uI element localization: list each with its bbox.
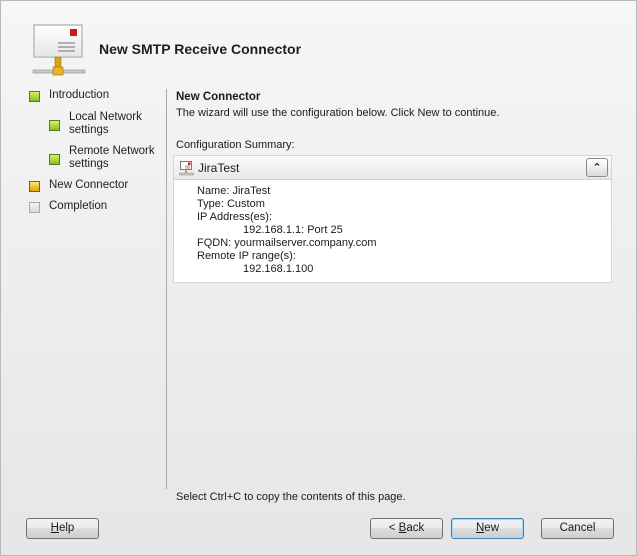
step-label: Introduction	[49, 89, 110, 101]
configuration-summary[interactable]: JiraTest ⌃ Name: JiraTest Type: Custom I…	[173, 155, 612, 283]
step-label-cont: settings	[69, 158, 109, 170]
collapse-summary-button[interactable]: ⌃	[586, 158, 608, 177]
summary-header: JiraTest ⌃	[174, 156, 611, 180]
summary-type: Type: Custom	[197, 198, 265, 210]
step-pending-icon	[29, 202, 40, 213]
connector-name: JiraTest	[198, 161, 240, 175]
summary-name: Name: JiraTest	[197, 185, 271, 197]
step-remote-network-settings: Remote Network settings	[49, 145, 155, 171]
summary-label: Configuration Summary:	[176, 139, 295, 151]
cancel-button-post: Cancel	[559, 522, 596, 534]
summary-details: Name: JiraTest Type: Custom IP Address(e…	[197, 185, 377, 276]
step-new-connector: New Connector	[29, 179, 128, 192]
back-button[interactable]: < Back	[370, 518, 443, 539]
step-label: Remote Network	[69, 145, 155, 157]
section-title: New Connector	[176, 91, 261, 103]
back-button-pre: <	[388, 522, 399, 534]
step-introduction: Introduction	[29, 89, 109, 102]
step-label: New Connector	[49, 179, 129, 191]
summary-ip-value: 192.168.1.1: Port 25	[243, 224, 343, 236]
summary-ip-label: IP Address(es):	[197, 211, 272, 223]
summary-remote-label: Remote IP range(s):	[197, 250, 296, 262]
step-complete-icon	[49, 154, 60, 165]
smtp-connector-wizard-icon	[32, 24, 86, 76]
new-button[interactable]: New	[451, 518, 524, 539]
step-local-network-settings: Local Network settings	[49, 111, 142, 137]
sidebar-divider	[166, 89, 167, 489]
step-label-cont: settings	[69, 124, 109, 136]
step-completion: Completion	[29, 200, 107, 213]
back-button-post: ack	[406, 522, 425, 534]
help-button-access-key: H	[50, 522, 59, 534]
section-description: The wizard will use the configuration be…	[176, 107, 500, 119]
step-label: Local Network	[69, 111, 142, 123]
step-label: Completion	[49, 200, 108, 212]
connector-icon	[179, 161, 194, 176]
wizard-window: New SMTP Receive Connector Introduction …	[0, 0, 637, 556]
summary-remote-value: 192.168.1.100	[243, 263, 314, 275]
summary-fqdn: FQDN: yourmailserver.company.com	[197, 237, 377, 249]
cancel-button[interactable]: Cancel	[541, 518, 614, 539]
step-complete-icon	[29, 91, 40, 102]
copy-hint: Select Ctrl+C to copy the contents of th…	[176, 491, 406, 503]
help-button-post: elp	[58, 522, 75, 534]
help-button[interactable]: Help	[26, 518, 99, 539]
double-chevron-up-icon: ⌃	[592, 161, 602, 174]
step-complete-icon	[49, 120, 60, 131]
page-title: New SMTP Receive Connector	[99, 41, 302, 57]
step-current-icon	[29, 181, 40, 192]
new-button-post: ew	[484, 522, 499, 534]
